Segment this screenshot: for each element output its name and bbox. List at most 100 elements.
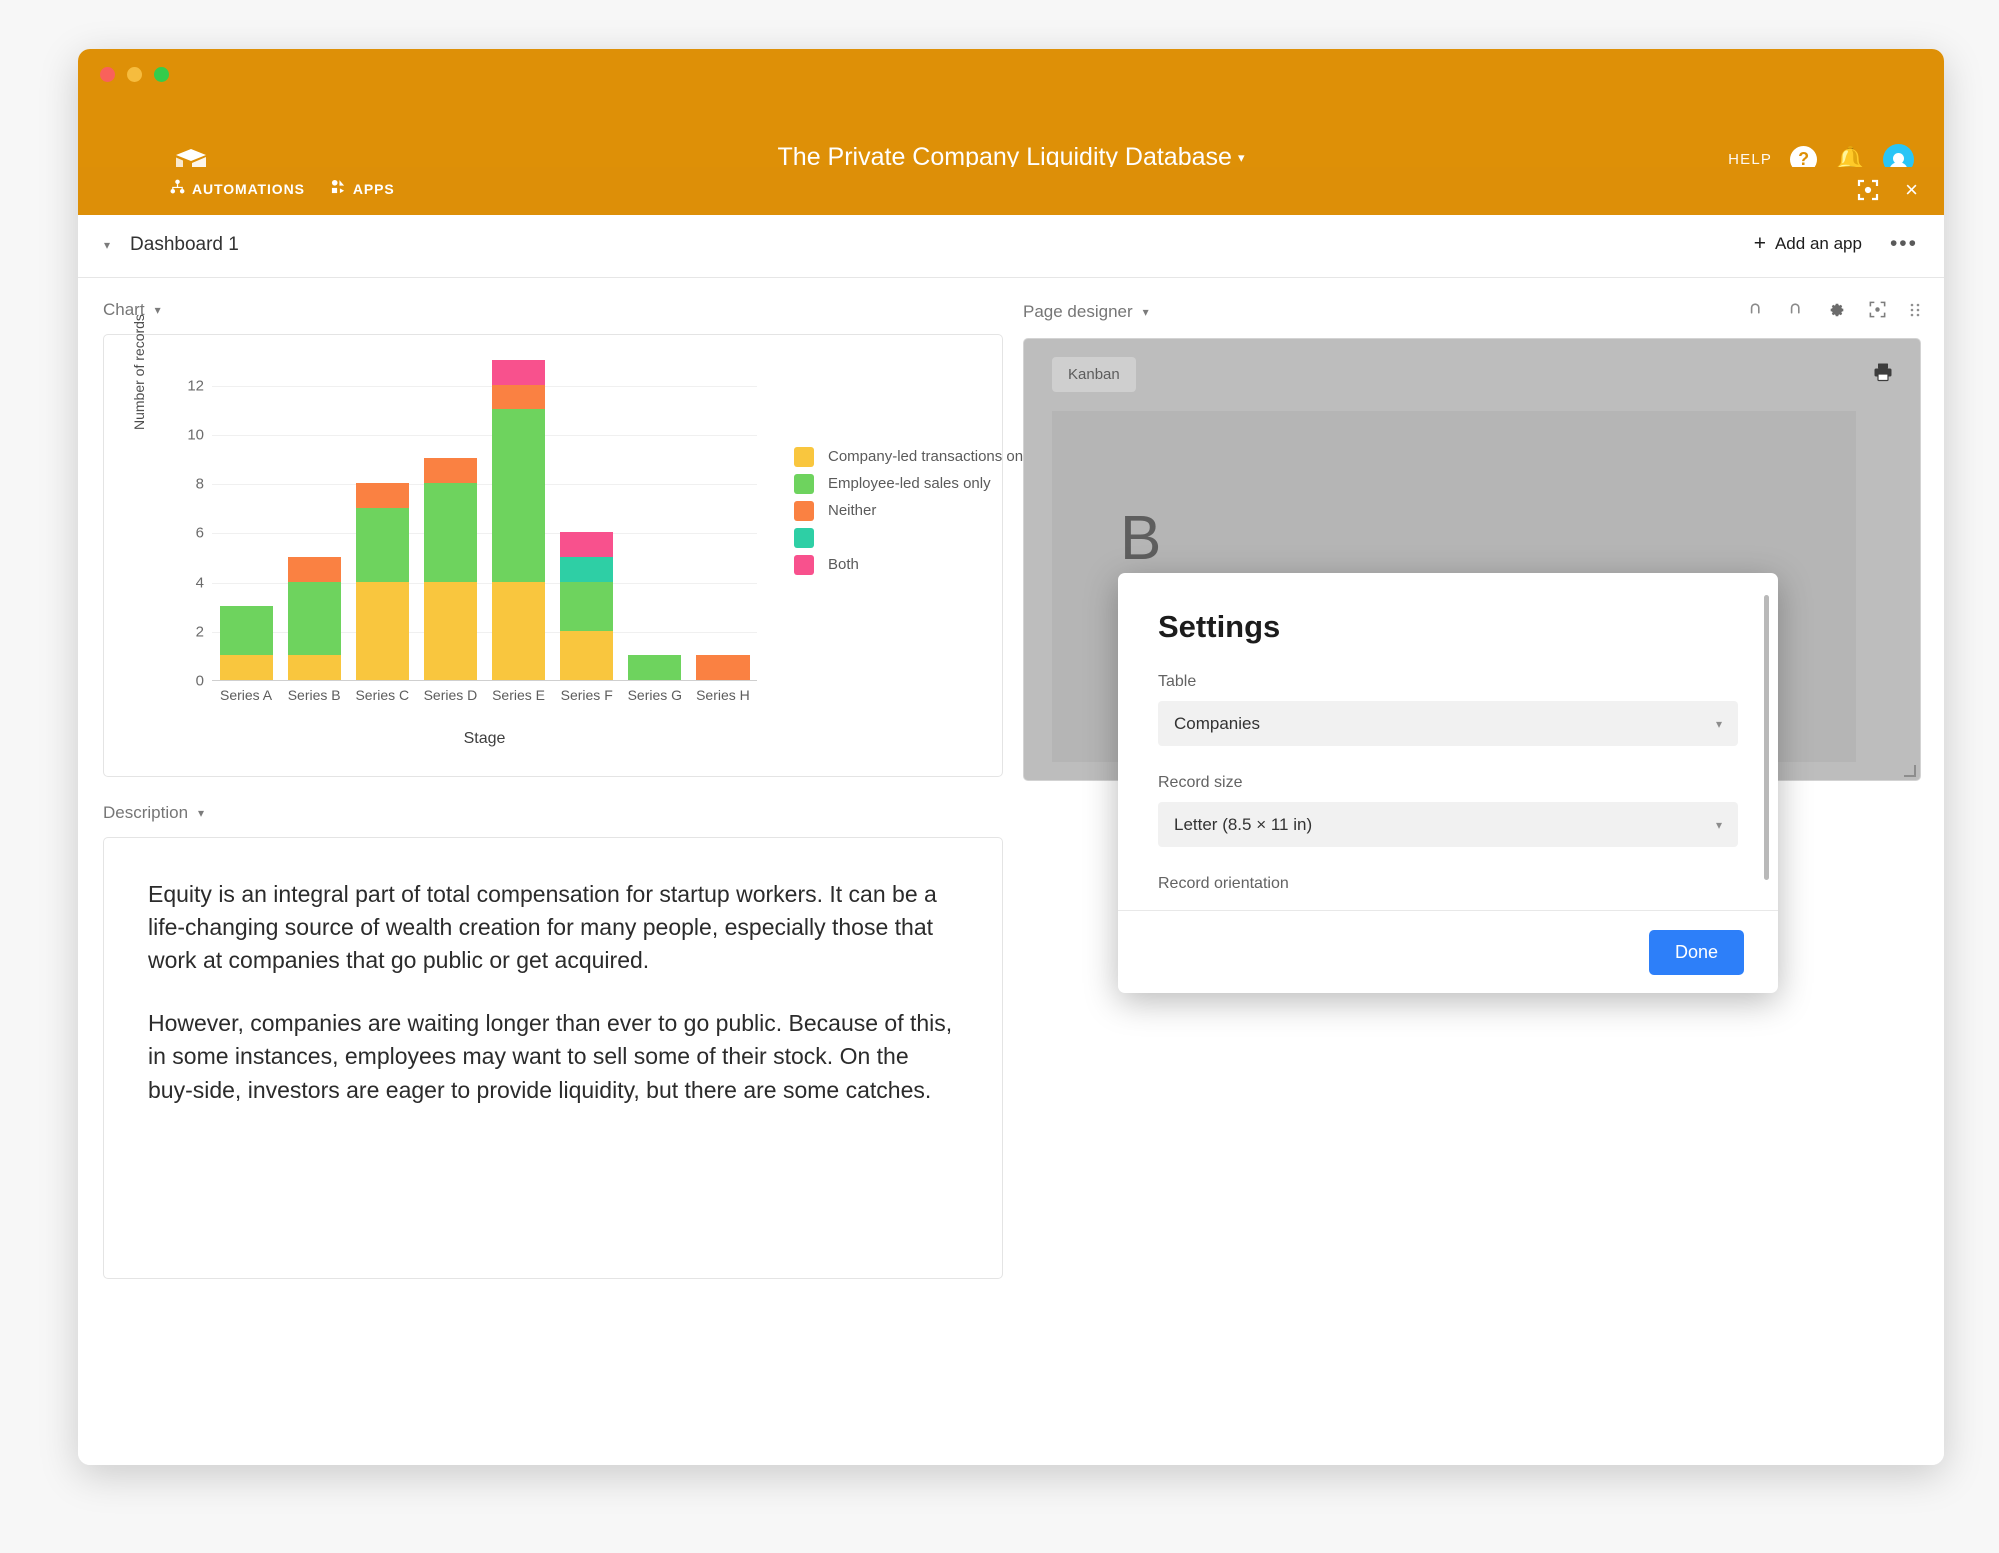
- bar-segment[interactable]: [560, 581, 614, 631]
- page-designer-title-group[interactable]: Page designer ▾: [1023, 302, 1149, 322]
- legend-item[interactable]: Neither: [794, 497, 1034, 524]
- bar-slot: [485, 360, 553, 680]
- record-orientation-field-label: Record orientation: [1158, 875, 1289, 892]
- record-size-field-label: Record size: [1158, 774, 1243, 791]
- gear-icon[interactable]: [1828, 301, 1846, 324]
- undo-icon[interactable]: [1748, 301, 1766, 324]
- x-axis-tick-labels: Series A Series B Series C Series D Series E…: [212, 687, 757, 703]
- bar-segment[interactable]: [355, 507, 409, 582]
- chart-card: Number of records 0 2 4 6 8 10 12 Series A Seri…: [103, 314, 1034, 777]
- settings-dialog-title: Settings: [1158, 609, 1281, 644]
- legend-swatch: [794, 500, 814, 521]
- settings-dialog-scrollbar[interactable]: [1764, 595, 1769, 880]
- expand-icon[interactable]: [1855, 177, 1881, 203]
- dashboard-title-group[interactable]: ▾ Dashboard 1: [104, 234, 239, 256]
- table-select[interactable]: Companies ▾: [1158, 701, 1738, 746]
- legend-swatch: [794, 527, 814, 548]
- stacked-bar[interactable]: [355, 483, 409, 680]
- description-paragraph: However, companies are waiting longer th…: [148, 1010, 953, 1103]
- close-window-button[interactable]: [100, 67, 115, 82]
- done-button[interactable]: Done: [1648, 929, 1744, 975]
- legend-item[interactable]: Company-led transactions only: [794, 443, 1034, 470]
- bar-segment[interactable]: [492, 409, 546, 582]
- bar-series-group: [212, 360, 757, 680]
- legend-item[interactable]: [794, 524, 1034, 551]
- strip-actions: ×: [1855, 177, 1918, 203]
- bar-slot: [621, 360, 689, 680]
- dashboard-name: Dashboard 1: [130, 234, 239, 255]
- stacked-bar[interactable]: [287, 556, 341, 680]
- bar-segment[interactable]: [219, 606, 273, 656]
- nav-label-apps: APPS: [352, 180, 395, 197]
- bar-segment[interactable]: [560, 630, 614, 680]
- x-axis-tick-label: Series A: [219, 687, 273, 703]
- nav-item-apps[interactable]: APPS: [331, 179, 395, 198]
- x-axis-line: [212, 680, 757, 681]
- legend-item[interactable]: Employee-led sales only: [794, 470, 1034, 497]
- bar-segment[interactable]: [287, 655, 341, 680]
- zoom-window-button[interactable]: [154, 67, 169, 82]
- kanban-button[interactable]: Kanban: [1052, 357, 1136, 392]
- stacked-bar[interactable]: [628, 655, 682, 680]
- help-label[interactable]: HELP: [1728, 151, 1772, 168]
- description-block-label: Description: [103, 803, 189, 822]
- y-axis-tick: 2: [195, 623, 204, 641]
- legend-label: Both: [828, 556, 859, 573]
- description-block-header[interactable]: Description ▾: [103, 803, 1003, 823]
- bar-segment[interactable]: [492, 360, 546, 385]
- legend-swatch: [794, 554, 814, 575]
- stacked-bar[interactable]: [219, 606, 273, 680]
- description-card: Equity is an integral part of total comp…: [103, 837, 1003, 1279]
- description-paragraph: Equity is an integral part of total comp…: [148, 881, 937, 974]
- bar-segment[interactable]: [287, 581, 341, 656]
- bar-segment[interactable]: [423, 458, 477, 484]
- dashboard-toolbar: ▾ Dashboard 1 + Add an app •••: [78, 215, 1944, 278]
- close-icon[interactable]: ×: [1905, 179, 1918, 201]
- plus-icon: +: [1753, 232, 1766, 255]
- plot-area: [212, 360, 757, 681]
- bar-segment[interactable]: [560, 556, 614, 582]
- minimize-window-button[interactable]: [127, 67, 142, 82]
- x-axis-tick-label: Series H: [696, 687, 750, 703]
- printer-icon[interactable]: [1872, 361, 1894, 389]
- settings-dialog-body: Settings Table Companies ▾ Record size L…: [1118, 573, 1778, 910]
- bar-segment[interactable]: [560, 532, 614, 557]
- bar-segment[interactable]: [628, 655, 682, 680]
- table-select-value: Companies: [1174, 713, 1260, 733]
- bar-segment[interactable]: [355, 483, 409, 508]
- chart-block-header[interactable]: Chart ▾: [103, 300, 1003, 320]
- bar-segment[interactable]: [492, 581, 546, 680]
- chevron-down-icon: ▾: [198, 806, 205, 820]
- resize-handle[interactable]: [1904, 765, 1916, 777]
- x-axis-tick-label: Series B: [287, 687, 341, 703]
- drag-handle-icon[interactable]: [1909, 302, 1921, 323]
- bar-slot: [348, 360, 416, 680]
- stacked-bar[interactable]: [560, 532, 614, 680]
- redo-icon[interactable]: [1788, 301, 1806, 324]
- overflow-menu-button[interactable]: •••: [1890, 233, 1918, 254]
- add-an-app-button[interactable]: + Add an app: [1754, 233, 1862, 254]
- nav-item-automations[interactable]: AUTOMATIONS: [170, 179, 305, 198]
- y-axis-tick: 6: [195, 524, 204, 542]
- bar-segment[interactable]: [287, 556, 341, 582]
- legend-item[interactable]: Both: [794, 551, 1034, 578]
- bar-segment[interactable]: [355, 581, 409, 680]
- bar-segment[interactable]: [423, 483, 477, 582]
- automations-icon: [170, 179, 185, 198]
- dashboard-canvas: Chart ▾ Number of records 0 2 4 6 8 10 12 Seri…: [78, 278, 1944, 1465]
- app-window: The Private Company Liquidity Database ▾ …: [78, 49, 1944, 1465]
- bar-segment[interactable]: [423, 581, 477, 680]
- stacked-bar[interactable]: [492, 360, 546, 680]
- stacked-bar[interactable]: [696, 655, 750, 680]
- y-axis-tick: 8: [195, 475, 204, 493]
- record-size-select[interactable]: Letter (8.5 × 11 in) ▾: [1158, 802, 1738, 847]
- bar-segment[interactable]: [492, 384, 546, 410]
- bar-segment[interactable]: [696, 655, 750, 680]
- chart-legend: Company-led transactions only Employee-le…: [794, 443, 1034, 578]
- expand-icon[interactable]: [1868, 300, 1887, 324]
- dashboard-actions: + Add an app •••: [1754, 233, 1918, 254]
- y-axis-tick: 10: [187, 426, 204, 444]
- bar-segment[interactable]: [219, 655, 273, 680]
- stacked-bar[interactable]: [423, 458, 477, 680]
- nav-items: AUTOMATIONS APPS: [170, 179, 395, 198]
